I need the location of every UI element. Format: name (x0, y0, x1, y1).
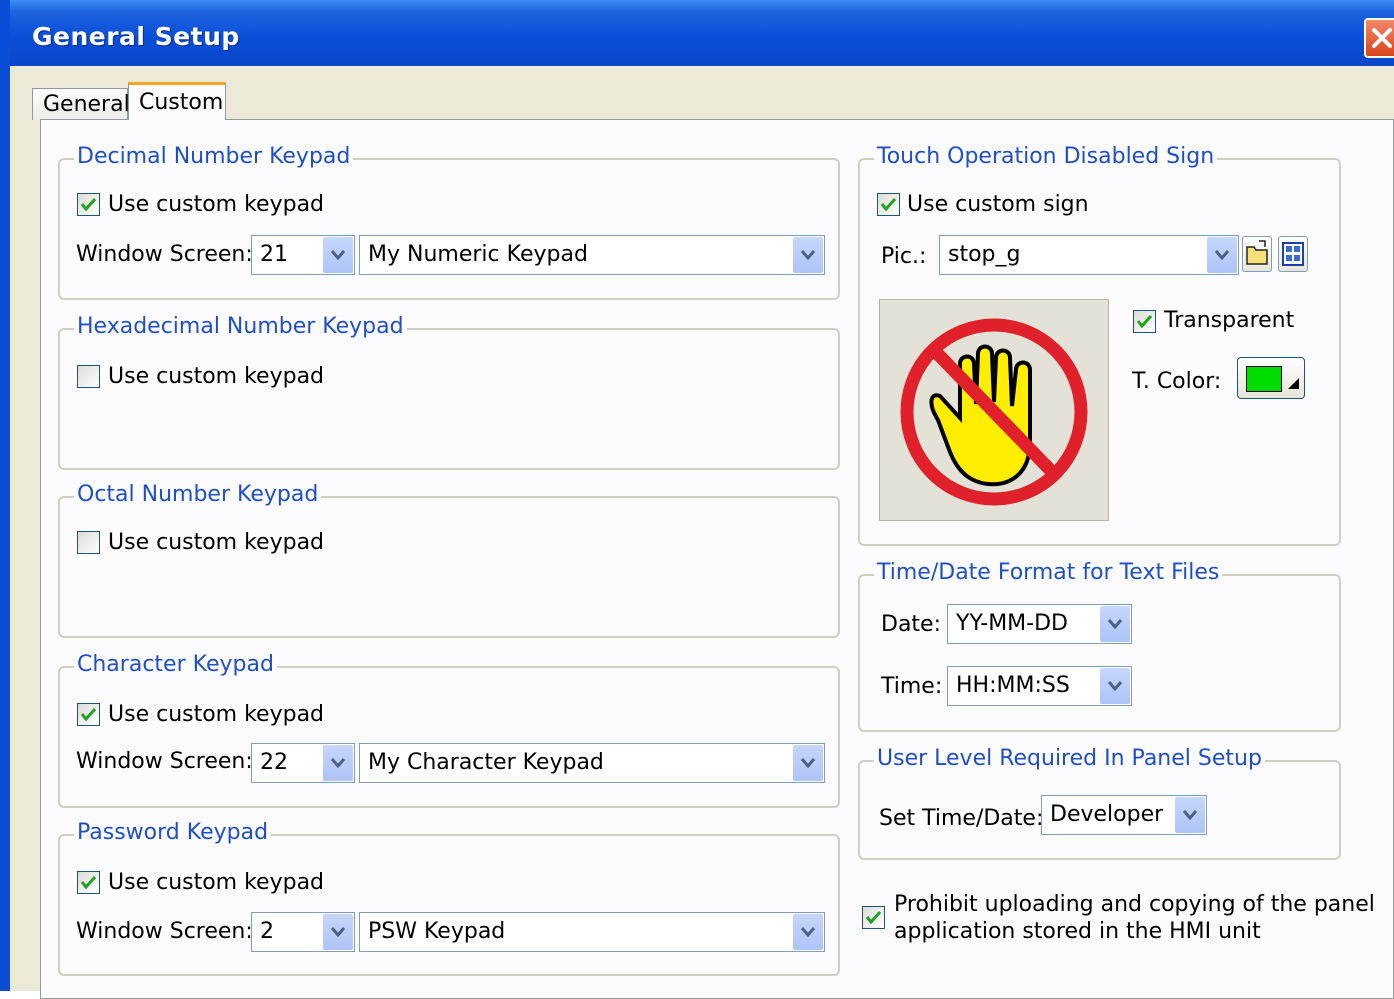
decimal-use-label[interactable]: Use custom keypad (108, 192, 324, 217)
chevron-down-icon[interactable] (793, 745, 823, 781)
transparent-color-label: T. Color: (1132, 369, 1222, 394)
chevron-down-icon[interactable] (1100, 668, 1130, 704)
transparent-checkbox[interactable] (1133, 310, 1156, 333)
hex-keypad-title: Hexadecimal Number Keypad (74, 314, 407, 339)
time-format-select[interactable]: HH:MM:SS (947, 666, 1132, 706)
octal-keypad-group: Octal Number Keypad (58, 482, 840, 638)
chevron-down-icon[interactable] (1207, 237, 1237, 273)
user-level-value: Developer (1050, 802, 1164, 827)
open-picture-button[interactable] (1242, 236, 1272, 272)
chevron-down-icon[interactable] (793, 237, 823, 273)
prohibit-upload-line1: Prohibit uploading and copying of the pa… (894, 892, 1375, 917)
checkmark-icon (880, 197, 897, 212)
decimal-screen-name-value: My Numeric Keypad (368, 242, 588, 267)
password-screen-name-value: PSW Keypad (368, 919, 506, 944)
chevron-down-icon[interactable] (323, 237, 353, 273)
color-swatch (1246, 366, 1282, 392)
folder-icon (1246, 240, 1268, 265)
chevron-down-icon[interactable] (793, 914, 823, 950)
hex-use-checkbox[interactable] (77, 365, 100, 388)
password-keypad-title: Password Keypad (74, 820, 272, 845)
character-window-screen-label: Window Screen: (76, 749, 253, 774)
picture-library-button[interactable] (1278, 236, 1308, 272)
touch-use-label[interactable]: Use custom sign (907, 192, 1089, 217)
octal-use-label[interactable]: Use custom keypad (108, 530, 324, 555)
chevron-down-icon[interactable] (323, 914, 353, 950)
prohibit-upload-label[interactable]: Prohibit uploading and copying of the pa… (894, 891, 1375, 945)
sign-preview-image (879, 299, 1109, 521)
checkmark-icon (1136, 314, 1153, 329)
pic-label: Pic.: (881, 244, 927, 269)
chevron-down-icon[interactable] (323, 745, 353, 781)
password-use-label[interactable]: Use custom keypad (108, 870, 324, 895)
transparent-label[interactable]: Transparent (1164, 308, 1294, 333)
decimal-screen-number-select[interactable]: 21 (251, 235, 355, 275)
pic-select[interactable]: stop_g (939, 235, 1239, 275)
password-screen-number-select[interactable]: 2 (251, 912, 355, 952)
triangle-down-icon (1288, 378, 1299, 389)
character-screen-name-select[interactable]: My Character Keypad (359, 743, 825, 783)
time-date-format-title: Time/Date Format for Text Files (874, 560, 1223, 585)
user-level-select[interactable]: Developer (1041, 795, 1207, 835)
character-screen-name-value: My Character Keypad (368, 750, 604, 775)
decimal-screen-number-value: 21 (260, 242, 288, 267)
time-format-value: HH:MM:SS (956, 673, 1070, 698)
character-screen-number-value: 22 (260, 750, 288, 775)
character-keypad-title: Character Keypad (74, 652, 277, 677)
close-button[interactable] (1364, 18, 1394, 58)
password-screen-number-value: 2 (260, 919, 274, 944)
password-screen-name-select[interactable]: PSW Keypad (359, 912, 825, 952)
decimal-screen-name-select[interactable]: My Numeric Keypad (359, 235, 825, 275)
password-use-checkbox[interactable] (77, 871, 100, 894)
character-use-label[interactable]: Use custom keypad (108, 702, 324, 727)
decimal-keypad-title: Decimal Number Keypad (74, 144, 354, 169)
character-use-checkbox[interactable] (77, 703, 100, 726)
title-bar[interactable]: General Setup (10, 0, 1394, 66)
character-keypad-group: Character Keypad (58, 652, 840, 808)
hex-keypad-group: Hexadecimal Number Keypad (58, 314, 840, 470)
tab-custom[interactable]: Custom (128, 82, 226, 120)
octal-keypad-title: Octal Number Keypad (74, 482, 322, 507)
decimal-window-screen-label: Window Screen: (76, 242, 253, 267)
time-label: Time: (881, 674, 943, 699)
stop-hand-icon (900, 318, 1088, 506)
time-date-format-group: Time/Date Format for Text Files (858, 560, 1341, 732)
transparent-color-button[interactable] (1237, 357, 1305, 399)
date-label: Date: (881, 612, 941, 637)
set-time-date-label: Set Time/Date: (879, 806, 1044, 831)
hex-use-label[interactable]: Use custom keypad (108, 364, 324, 389)
password-window-screen-label: Window Screen: (76, 919, 253, 944)
touch-use-checkbox[interactable] (877, 193, 900, 216)
checkmark-icon (865, 910, 882, 925)
checkmark-icon (80, 707, 97, 722)
checkmark-icon (80, 875, 97, 890)
decimal-keypad-group: Decimal Number Keypad (58, 144, 840, 300)
prohibit-upload-line2: application stored in the HMI unit (894, 919, 1261, 944)
tab-general[interactable]: General (32, 88, 130, 120)
window-title: General Setup (32, 22, 240, 51)
pic-value: stop_g (948, 242, 1021, 267)
character-screen-number-select[interactable]: 22 (251, 743, 355, 783)
prohibit-upload-checkbox[interactable] (862, 906, 885, 929)
password-keypad-group: Password Keypad (58, 820, 840, 976)
touch-disabled-sign-title: Touch Operation Disabled Sign (874, 144, 1218, 169)
user-level-title: User Level Required In Panel Setup (874, 746, 1265, 771)
grid-icon (1282, 242, 1304, 266)
checkmark-icon (80, 197, 97, 212)
date-format-select[interactable]: YY-MM-DD (947, 604, 1132, 644)
date-format-value: YY-MM-DD (956, 611, 1068, 636)
octal-use-checkbox[interactable] (77, 531, 100, 554)
decimal-use-checkbox[interactable] (77, 193, 100, 216)
close-icon (1372, 28, 1392, 48)
chevron-down-icon[interactable] (1175, 797, 1205, 833)
chevron-down-icon[interactable] (1100, 606, 1130, 642)
